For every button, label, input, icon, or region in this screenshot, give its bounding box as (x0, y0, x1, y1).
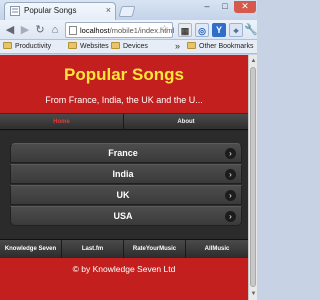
folder-icon (111, 42, 120, 49)
forward-icon[interactable]: ▶ (18, 23, 32, 37)
chevron-icon[interactable]: » (175, 41, 180, 51)
folder-icon (3, 42, 12, 49)
list-item-label: UK (116, 190, 130, 200)
extension-icon[interactable]: ⌖ (229, 23, 243, 37)
chevron-right-icon: › (225, 211, 236, 222)
chevron-right-icon: › (225, 148, 236, 159)
address-bar[interactable]: localhost/mobile1/index.html ☆ (65, 22, 174, 38)
reload-icon[interactable]: ↻ (33, 23, 47, 37)
scroll-up-icon[interactable]: ▲ (250, 57, 257, 65)
footer-link-allmusic[interactable]: AllMusic (186, 240, 248, 258)
bookmark-label: Productivity (15, 43, 52, 50)
bookmark-folder[interactable]: Devices (111, 42, 148, 52)
page-icon (10, 6, 20, 16)
nav-bar: Home About (0, 114, 248, 130)
chevron-right-icon: › (225, 169, 236, 180)
home-icon[interactable]: ⌂ (48, 23, 62, 37)
minimize-button[interactable]: – (198, 1, 216, 13)
copyright-text: © by Knowledge Seven Ltd (72, 264, 176, 274)
page-viewport: Popular Songs From France, India, the UK… (0, 55, 248, 300)
browser-titlebar: Popular Songs × – □ ✕ (0, 0, 257, 20)
page-footer: © by Knowledge Seven Ltd (0, 258, 248, 300)
browser-toolbar: ◀ ▶ ↻ ⌂ localhost/mobile1/index.html ☆ ▦… (0, 20, 258, 40)
list-item-usa[interactable]: USA › (10, 206, 242, 226)
bookmarks-bar: Productivity Websites Devices » Other Bo… (0, 40, 257, 54)
extension-icon[interactable]: ◎ (195, 23, 209, 37)
extension-icon[interactable]: Y (212, 23, 226, 37)
bookmark-folder[interactable]: Websites (68, 42, 109, 52)
tab-close-icon[interactable]: × (106, 5, 111, 15)
country-list: France › India › UK › USA › (10, 143, 242, 229)
page-title: Popular Songs (64, 65, 184, 84)
list-item-label: USA (113, 211, 133, 221)
bookmark-star-icon[interactable]: ☆ (160, 24, 169, 35)
other-bookmarks-folder[interactable]: Other Bookmarks (187, 42, 253, 52)
extension-icon[interactable]: ▦ (178, 23, 192, 37)
list-item-label: France (108, 148, 138, 158)
footer-nav: Knowledge Seven Last.fm RateYourMusic Al… (0, 239, 248, 258)
bookmark-folder[interactable]: Productivity (3, 42, 51, 52)
footer-link-rateyourmusic[interactable]: RateYourMusic (124, 240, 186, 258)
wrench-menu-icon[interactable]: 🔧 (244, 23, 258, 36)
list-item-france[interactable]: France › (10, 143, 242, 163)
list-item-label: India (112, 169, 134, 179)
scrollbar-thumb[interactable] (250, 67, 256, 287)
maximize-button[interactable]: □ (216, 1, 234, 13)
folder-icon (68, 42, 77, 49)
folder-icon (187, 42, 196, 49)
list-item-india[interactable]: India › (10, 164, 242, 184)
chevron-right-icon: › (225, 190, 236, 201)
list-item-uk[interactable]: UK › (10, 185, 242, 205)
page-header: Popular Songs From France, India, the UK… (0, 55, 248, 114)
back-icon[interactable]: ◀ (3, 23, 17, 37)
new-tab-button[interactable] (118, 6, 136, 17)
bookmark-label: Devices (123, 43, 148, 50)
browser-tab[interactable]: Popular Songs × (4, 2, 116, 20)
scroll-down-icon[interactable]: ▼ (250, 290, 257, 298)
tab-title: Popular Songs (24, 6, 77, 15)
url-host: localhost (80, 26, 110, 35)
bookmark-label: Websites (80, 43, 109, 50)
vertical-scrollbar[interactable]: ▲ ▼ (248, 55, 257, 300)
page-subtitle: From France, India, the UK and the U... (45, 95, 203, 105)
tab-home[interactable]: Home (0, 114, 124, 130)
close-window-button[interactable]: ✕ (234, 1, 256, 13)
tab-about[interactable]: About (124, 114, 248, 130)
page-icon (69, 26, 77, 35)
other-bookmarks-label: Other Bookmarks (199, 43, 254, 50)
footer-link-knowledge-seven[interactable]: Knowledge Seven (0, 240, 62, 258)
footer-link-lastfm[interactable]: Last.fm (62, 240, 124, 258)
